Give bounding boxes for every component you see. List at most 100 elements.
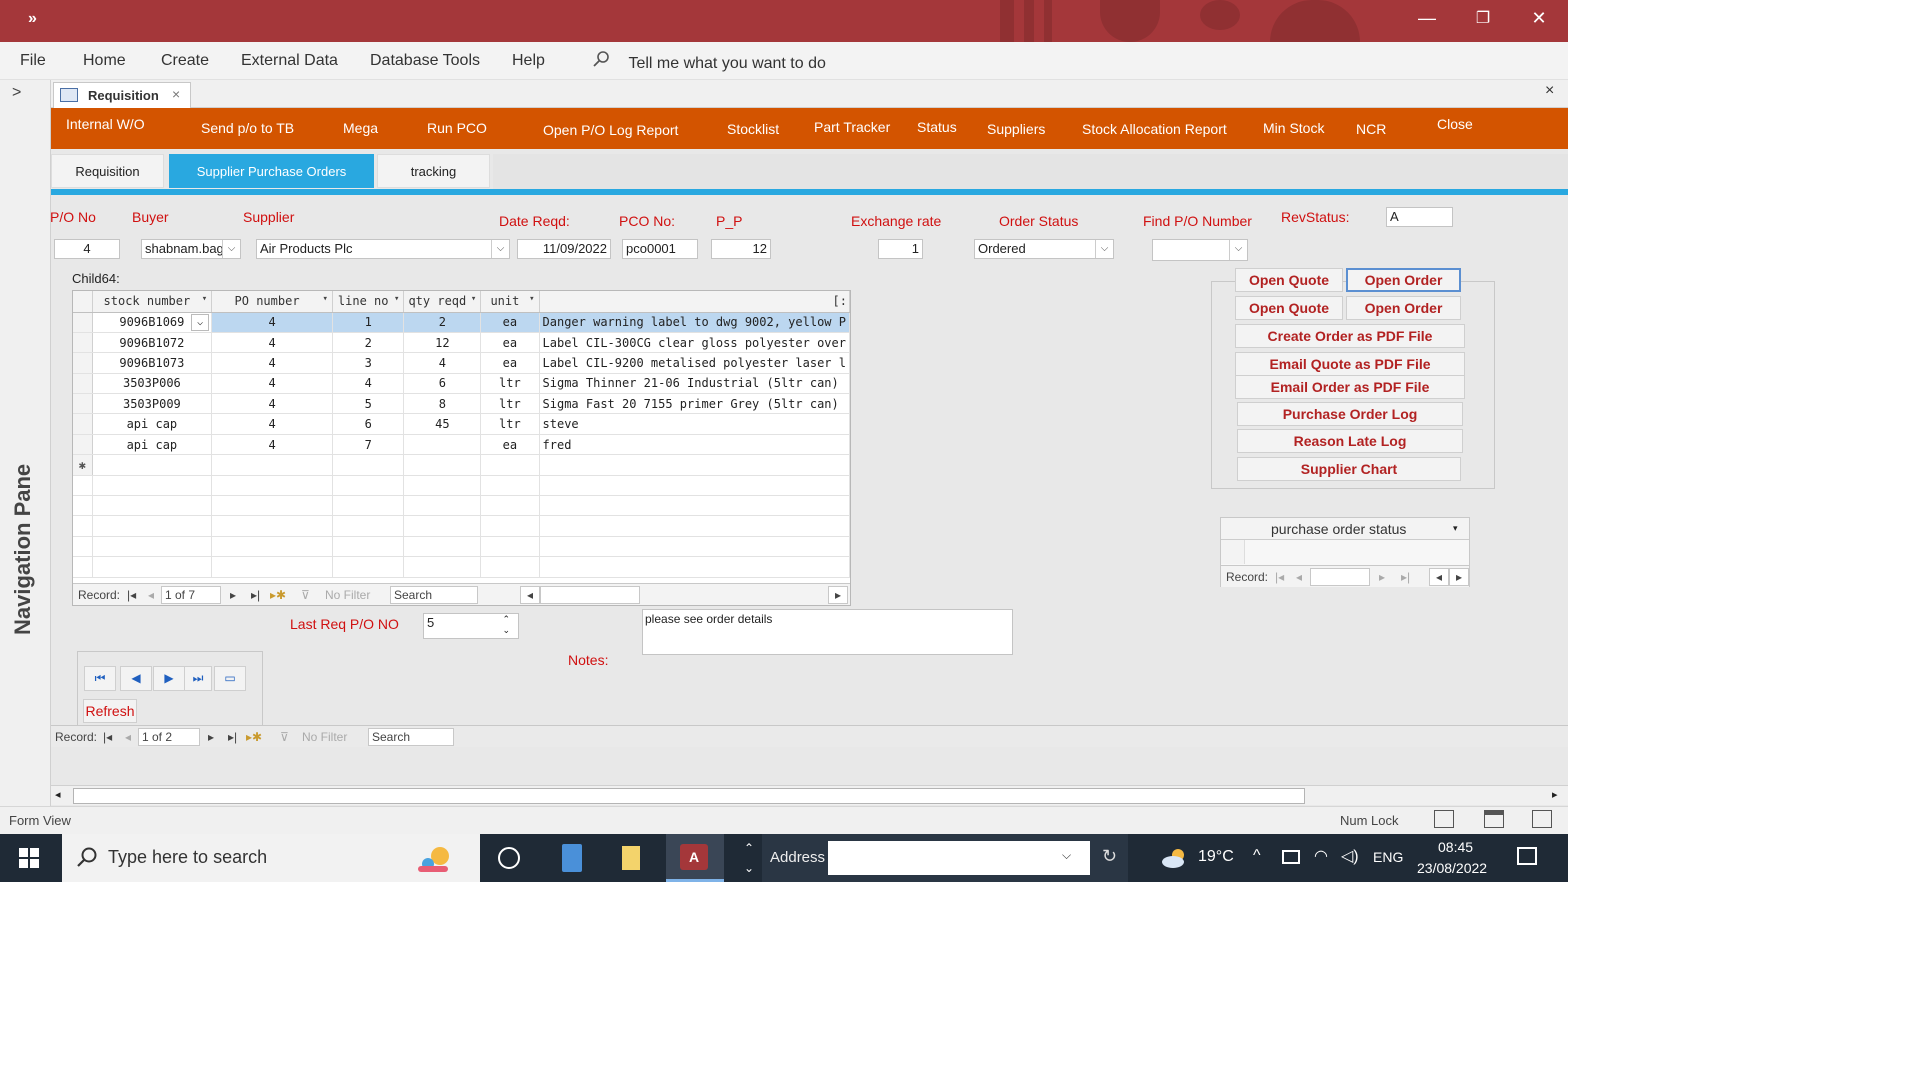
previous-record-icon[interactable]: ◂ [125,730,131,744]
navigation-pane-title[interactable]: Navigation Pane [10,464,36,635]
weather-temperature[interactable]: 19°C [1198,848,1234,866]
column-header-description[interactable]: [: [539,291,851,313]
po-number-cell[interactable]: 4 [211,434,333,456]
description-cell[interactable]: Sigma Thinner 21-06 Industrial (5ltr can… [539,373,851,395]
previous-record-button[interactable]: ◀ [120,666,152,691]
new-record-icon[interactable]: ▸✱ [270,588,286,602]
send-po-to-tb-button[interactable]: Send p/o to TB [201,108,294,149]
search-box[interactable]: Search [390,586,478,604]
quick-access-overflow-icon[interactable]: » [28,10,37,28]
sort-arrow-icon[interactable]: ▾ [529,294,534,304]
table-row[interactable]: 3503P009 4 5 8 ltr Sigma Fast 20 7155 primer … [73,393,851,415]
qty-reqd-cell[interactable]: 8 [403,393,482,415]
unit-cell[interactable]: ea [480,312,540,333]
access-taskbar-button[interactable]: A [666,834,724,882]
qty-reqd-cell[interactable]: 2 [403,312,482,333]
sort-arrow-icon[interactable]: ▾ [323,294,328,304]
empty-cell[interactable] [403,454,482,476]
datasheet-view-icon[interactable] [1484,810,1504,828]
column-header-stock-number[interactable]: stock number ▾ [92,291,213,313]
line-no-cell[interactable]: 7 [332,434,405,456]
horizontal-scroll-thumb[interactable] [540,586,640,604]
po-number-cell[interactable]: 4 [211,393,333,415]
no-filter-label[interactable]: No Filter [302,730,347,744]
record-position[interactable]: 1 of 2 [138,728,200,746]
clock-date[interactable]: 23/08/2022 [1417,860,1487,876]
show-hidden-icons-icon[interactable]: ^ [1253,847,1261,865]
close-icon[interactable]: ✕ [1524,8,1554,29]
taskbar-search[interactable]: Type here to search [62,834,480,882]
filter-icon[interactable]: ⊽ [301,588,310,602]
clock-time[interactable]: 08:45 [1438,839,1473,855]
qty-reqd-cell[interactable]: 12 [403,332,482,354]
record-position[interactable]: 1 of 7 [161,586,221,604]
column-header-po-number[interactable]: PO number ▾ [211,291,333,313]
ncr-button[interactable]: NCR [1356,109,1386,150]
volume-icon[interactable]: ◁) [1341,846,1359,866]
row-selector[interactable] [73,373,93,395]
stocklist-button[interactable]: Stocklist [727,109,779,150]
scroll-left-icon[interactable]: ◂ [1429,568,1449,586]
scroll-thumb[interactable] [73,788,1305,804]
description-cell[interactable]: Sigma Fast 20 7155 primer Grey (5ltr can… [539,393,851,415]
scroll-left-icon[interactable]: ◂ [55,788,61,801]
last-record-icon[interactable]: ▸| [1401,570,1410,584]
line-no-cell[interactable]: 3 [332,352,405,374]
document-tab-requisition[interactable]: Requisition × [53,82,191,108]
wifi-icon[interactable]: ◠ [1314,846,1328,866]
minimize-icon[interactable]: — [1412,8,1442,29]
internal-wo-button[interactable]: Internal W/O [66,108,145,140]
supplier-combo[interactable]: Air Products Plc ⌵ [256,239,510,259]
spinner-arrows-icon[interactable]: ⌃ ⌄ [502,614,510,636]
row-selector[interactable] [73,312,93,333]
qty-reqd-cell[interactable]: 4 [403,352,482,374]
last-record-icon[interactable]: ▸| [228,730,237,744]
find-po-combo[interactable]: ⌵ [1152,239,1248,261]
chevron-down-icon[interactable]: ⌵ [222,240,240,258]
notifications-icon[interactable] [1517,847,1537,865]
first-record-icon[interactable]: |◂ [127,588,136,602]
scroll-right-icon[interactable]: ▸ [1449,568,1469,586]
scroll-right-icon[interactable]: ▸ [1552,788,1558,801]
form-view-icon[interactable] [1434,810,1454,828]
address-input[interactable] [828,841,1090,875]
previous-record-icon[interactable]: ◂ [148,588,154,602]
last-record-button[interactable]: ⏭ [184,666,212,691]
unit-cell[interactable]: ea [480,434,540,456]
first-record-button[interactable]: ⏮ [84,666,116,691]
order-status-combo[interactable]: Ordered ⌵ [974,239,1114,259]
create-order-pdf-button[interactable]: Create Order as PDF File [1235,324,1465,348]
open-quote-button-2[interactable]: Open Quote [1235,296,1343,320]
form-horizontal-scrollbar[interactable]: ◂ ▸ [51,785,1568,805]
description-cell[interactable]: fred [539,434,851,456]
menu-file[interactable]: File [20,52,46,70]
qty-reqd-cell[interactable] [403,434,482,456]
menu-home[interactable]: Home [83,52,126,70]
part-tracker-button[interactable]: Part Tracker [814,107,890,148]
qty-reqd-cell[interactable]: 45 [403,413,482,435]
last-req-spinner[interactable]: 5 ⌃ ⌄ [423,613,519,639]
filter-icon[interactable]: ⊽ [280,730,289,744]
po-number-cell[interactable]: 4 [211,413,333,435]
exchange-rate-field[interactable]: 1 [878,239,923,259]
table-row[interactable]: 9096B1073 4 3 4 ea Label CIL-9200 metalised p… [73,352,851,374]
unit-cell[interactable]: ltr [480,413,540,435]
column-header-qty-reqd[interactable]: qty reqd ▾ [403,291,482,313]
navigation-pane[interactable]: > Navigation Pane [0,80,51,806]
unit-cell[interactable]: ea [480,352,540,374]
order-lines-datasheet[interactable]: stock number ▾ PO number ▾ line no ▾ qty re… [72,290,851,606]
description-cell[interactable]: Danger warning label to dwg 9002, yellow… [539,312,851,333]
po-number-cell[interactable]: 4 [211,312,333,333]
email-order-pdf-button[interactable]: Email Order as PDF File [1235,375,1465,399]
empty-cell[interactable] [539,454,851,476]
tell-me-search[interactable]: Tell me what you want to do [592,50,826,73]
stock-number-cell[interactable]: api cap [92,413,213,435]
open-order-button[interactable]: Open Order [1346,268,1461,292]
empty-cell[interactable] [480,454,540,476]
calculator-icon[interactable] [562,844,582,872]
min-stock-button[interactable]: Min Stock [1263,108,1324,149]
row-selector-header[interactable] [73,291,93,313]
sort-arrow-icon[interactable]: ▾ [202,294,207,304]
unit-cell[interactable]: ltr [480,393,540,415]
toolbar-scroll-icon[interactable]: ⌃ ⌄ [744,838,754,878]
